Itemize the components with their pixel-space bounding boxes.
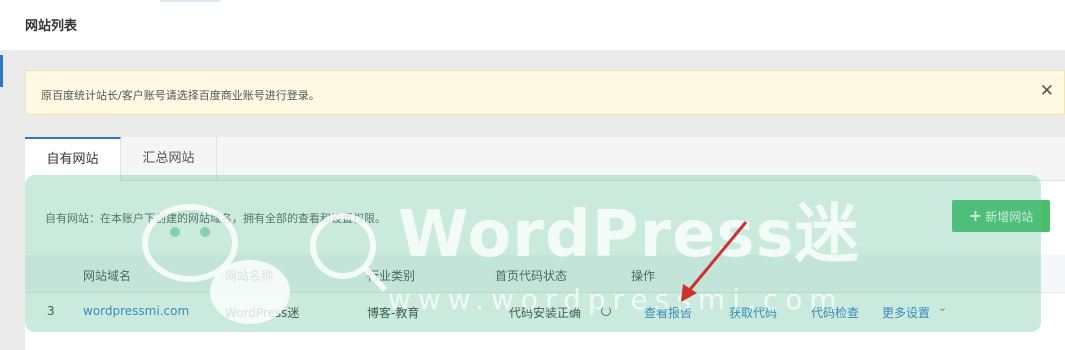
sidebar-active-indicator xyxy=(0,55,3,87)
chevron-down-icon[interactable]: ⌄ xyxy=(938,301,947,314)
site-name: WordPress迷 xyxy=(225,306,300,320)
column-header-actions: 操作 xyxy=(631,269,656,283)
column-header-industry: 行业类别 xyxy=(367,269,416,283)
view-report-link[interactable]: 查看报告 xyxy=(644,304,692,321)
tab-own-sites[interactable]: 自有网站 xyxy=(25,137,121,181)
column-header-domain: 网站域名 xyxy=(83,269,132,283)
add-site-label: 新增网站 xyxy=(985,210,1034,224)
refresh-icon[interactable] xyxy=(601,306,611,316)
notice-banner: 原百度统计站长/客户账号请选择百度商业账号进行登录。 ✕ xyxy=(25,70,1065,115)
plus-icon: + xyxy=(968,206,983,225)
page-title: 网站列表 xyxy=(25,19,78,34)
more-settings-link[interactable]: 更多设置 xyxy=(882,304,930,321)
get-code-link[interactable]: 获取代码 xyxy=(729,304,777,321)
column-header-name: 网站名称 xyxy=(225,269,274,283)
notice-text: 原百度统计站长/客户账号请选择百度商业账号进行登录。 xyxy=(41,89,320,102)
site-industry: 博客-教育 xyxy=(367,306,420,320)
add-site-button[interactable]: + 新增网站 xyxy=(952,200,1050,232)
tab-bar: 自有网站 汇总网站 xyxy=(25,137,1065,181)
site-list-panel: 自有网站 汇总网站 自有网站：在本账户下创建的网站域名，拥有全部的查看和设置权限… xyxy=(25,137,1065,350)
tab-description: 自有网站：在本账户下创建的网站域名，拥有全部的查看和设置权限。 xyxy=(45,212,386,225)
table-header: 网站域名 网站名称 行业类别 首页代码状态 操作 xyxy=(25,255,1065,293)
code-status: 代码安装正确 xyxy=(509,306,582,320)
header-bar: 网站列表 xyxy=(0,0,1065,50)
row-index: 3 xyxy=(47,304,55,318)
close-icon[interactable]: ✕ xyxy=(1040,81,1054,101)
site-domain-link[interactable]: wordpressmi.com xyxy=(83,304,189,318)
code-check-link[interactable]: 代码检查 xyxy=(811,304,859,321)
tab-summary-sites[interactable]: 汇总网站 xyxy=(121,137,217,181)
table-row: 3 wordpressmi.com WordPress迷 博客-教育 代码安装正… xyxy=(25,293,1065,329)
top-tab-indicator xyxy=(160,0,220,2)
column-header-code-status: 首页代码状态 xyxy=(495,269,568,283)
